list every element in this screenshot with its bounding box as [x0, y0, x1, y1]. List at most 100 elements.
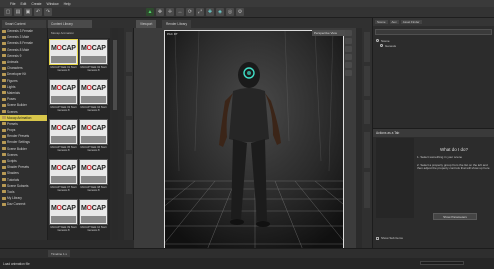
new-icon[interactable]: ▢ — [4, 8, 12, 16]
show-sub-items-checkbox[interactable]: Show Sub Items — [376, 236, 403, 240]
pan-icon[interactable] — [345, 38, 352, 44]
thumbnail-label: MoCAP Walk 05 Start Genesis 8 — [50, 146, 77, 153]
content-thumbnail[interactable]: MOCAP MoCAP Walk 05 Start Genesis 8 — [49, 119, 78, 158]
thumbnail-label: MoCAP Walk 02 Start Genesis 8 — [80, 66, 107, 73]
tree-item-label: Mocap Animation — [7, 115, 32, 120]
translate-tool-icon[interactable]: ↔ — [176, 8, 184, 16]
mocap-thumbnail-image: MOCAP — [79, 159, 108, 185]
view-icon[interactable] — [345, 30, 352, 36]
mocap-logo: MOCAP — [51, 125, 76, 132]
tab-content-library[interactable]: Content Library — [48, 20, 92, 28]
thumbnail-label: MoCAP Walk 10 Start Genesis 8 — [80, 226, 107, 233]
render-frame[interactable]: PAC RT — [164, 30, 344, 254]
scene-search-input[interactable] — [375, 29, 492, 35]
rvtab-2[interactable] — [364, 66, 370, 96]
folder-icon — [2, 171, 6, 175]
checkbox-icon[interactable] — [376, 236, 379, 240]
content-thumbnail[interactable]: MOCAP MoCAP Walk 06 Start Genesis 8 — [79, 119, 108, 158]
tree-item-label: Genesis 8 Female — [7, 41, 33, 46]
scroll-thumb[interactable] — [113, 40, 117, 110]
eye-icon[interactable] — [380, 44, 383, 47]
tree-item-label: Presets — [7, 121, 18, 126]
folder-icon — [2, 190, 6, 194]
content-thumbnail[interactable]: MOCAP MoCAP Walk 10 Start Genesis 8 — [79, 199, 108, 238]
tree-item-label: Genesis 9 — [7, 53, 22, 58]
folder-icon — [2, 60, 6, 64]
vtab-2[interactable] — [126, 76, 132, 116]
rvtab-5[interactable] — [364, 172, 370, 208]
tab-asset-finder[interactable]: Asset Finder — [400, 20, 422, 24]
tab-smart-content[interactable]: Smart Content — [2, 20, 46, 28]
node-tool-icon[interactable]: ✥ — [156, 8, 164, 16]
tree-item-label: Render Settings — [7, 140, 30, 145]
viewport[interactable]: PAC RT Perspective View — [134, 28, 356, 258]
content-thumbnail[interactable]: MOCAP MoCAP Walk 01 Start Genesis 8 — [49, 39, 78, 78]
tree-item-label: Genesis 3 Male — [7, 35, 30, 40]
tree-item-label: Scenes — [7, 109, 18, 114]
folder-icon — [2, 97, 6, 101]
mocap-logo: MOCAP — [81, 125, 106, 132]
save-icon[interactable]: ▣ — [24, 8, 32, 16]
eye-icon[interactable] — [376, 39, 379, 42]
tab-timeline[interactable]: Timeline 1.x — [48, 250, 71, 257]
tree-item-label: Characters — [7, 66, 23, 71]
folder-icon — [2, 196, 6, 200]
mocap-thumbnail-image: MOCAP — [49, 159, 78, 185]
scene-row-figure[interactable]: Genesis — [373, 43, 494, 48]
tree-item-label: Props — [7, 128, 16, 133]
tab-render-library[interactable]: Render Library — [162, 20, 192, 28]
orbit-icon[interactable] — [345, 46, 352, 52]
rvtab-4[interactable] — [364, 132, 370, 168]
folder-icon — [2, 159, 6, 163]
open-icon[interactable]: ▤ — [14, 8, 22, 16]
geometry-editor-icon[interactable]: ◈ — [216, 8, 224, 16]
universal-tool-icon[interactable]: ✛ — [166, 8, 174, 16]
content-thumbnail[interactable]: MOCAP MoCAP Walk 08 Start Genesis 8 — [79, 159, 108, 198]
render-icon[interactable]: ◎ — [226, 8, 234, 16]
folder-icon — [2, 91, 6, 95]
content-thumbnail[interactable]: MOCAP MoCAP Walk 02 Start Genesis 8 — [79, 39, 108, 78]
select-tool-icon[interactable]: ▲ — [146, 8, 154, 16]
show-parameters-button[interactable]: Show Parameters — [433, 213, 477, 220]
tab-scene[interactable]: Scene — [375, 20, 388, 24]
github-icon[interactable] — [345, 70, 352, 76]
menu-create[interactable]: Create — [31, 2, 41, 6]
rvtab-3[interactable] — [364, 100, 370, 124]
vtab-3[interactable] — [126, 120, 132, 150]
mocap-thumbnail-image: MOCAP — [79, 119, 108, 145]
content-thumbnail[interactable]: MOCAP MoCAP Walk 07 Start Genesis 8 — [49, 159, 78, 198]
scale-tool-icon[interactable]: ⤢ — [196, 8, 204, 16]
menu-help[interactable]: Help — [64, 2, 71, 6]
rvtab-1[interactable] — [364, 32, 370, 62]
joint-editor-icon[interactable]: ✚ — [206, 8, 214, 16]
menu-edit[interactable]: Edit — [20, 2, 26, 6]
parameters-panel: Actions as a Tab What do I do? 1. Select… — [372, 128, 494, 248]
vtab-4[interactable] — [126, 154, 132, 194]
rotate-tool-icon[interactable]: ⟳ — [186, 8, 194, 16]
tab-aux[interactable]: Aux — [389, 20, 399, 24]
content-scrollbar[interactable] — [112, 28, 118, 240]
content-thumbnail[interactable]: MOCAP MoCAP Walk 04 Start Genesis 8 — [79, 79, 108, 118]
property-group-list[interactable] — [376, 138, 414, 218]
undo-icon[interactable]: ↶ — [34, 8, 42, 16]
thumbnail-strip — [51, 216, 76, 223]
redo-icon[interactable]: ↷ — [44, 8, 52, 16]
tree-item[interactable]: Daz Connect — [0, 201, 47, 207]
vertical-tabs-right — [362, 28, 372, 248]
content-thumbnail[interactable]: MOCAP MoCAP Walk 03 Start Genesis 8 — [49, 79, 78, 118]
menu-file[interactable]: File — [10, 2, 15, 6]
tab-viewport[interactable]: Viewport — [136, 20, 157, 28]
frame-icon[interactable] — [345, 62, 352, 68]
content-header: Mocap Animation — [48, 28, 110, 38]
vtab-1[interactable] — [126, 32, 132, 72]
perspective-dropdown[interactable]: Perspective View — [312, 30, 346, 36]
folder-icon — [2, 66, 6, 70]
render-settings-icon[interactable]: ⚙ — [236, 8, 244, 16]
mocap-logo: MOCAP — [81, 165, 106, 172]
zoom-icon[interactable] — [345, 54, 352, 60]
mocap-thumbnail-image: MOCAP — [49, 79, 78, 105]
mocap-logo: MOCAP — [51, 165, 76, 172]
content-thumbnail[interactable]: MOCAP MoCAP Walk 09 Start Genesis 8 — [49, 199, 78, 238]
menu-window[interactable]: Window — [47, 2, 59, 6]
content-browser: Mocap Animation MOCAP MoCAP Walk 01 Start… — [48, 28, 110, 240]
